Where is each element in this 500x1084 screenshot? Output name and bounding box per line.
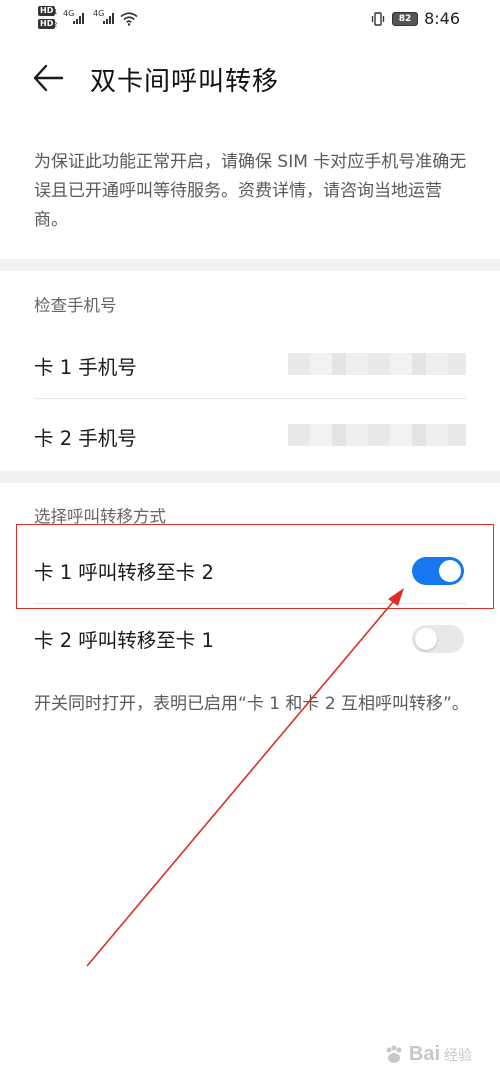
- footnote-description: 开关同时打开，表明已启用“卡 1 和卡 2 互相呼叫转移”。: [34, 694, 469, 714]
- watermark-text: Bai: [408, 1043, 440, 1065]
- baidu-watermark: Bai 经验: [383, 1043, 472, 1066]
- forward-card2-to-card1-label: 卡 2 呼叫转移至卡 1: [34, 629, 214, 652]
- clock: 8:46: [424, 9, 460, 28]
- battery-icon: 82: [392, 11, 419, 26]
- toggle-knob: [439, 560, 461, 582]
- page-title: 双卡间呼叫转移: [90, 67, 280, 97]
- card2-number-label: 卡 2 手机号: [34, 427, 137, 450]
- forward-card1-to-card2-label: 卡 1 呼叫转移至卡 2: [34, 561, 214, 584]
- section-heading-forwarding: 选择呼叫转移方式: [34, 507, 166, 526]
- row-divider: [34, 398, 466, 399]
- list-item-card2-number[interactable]: 卡 2 手机号: [0, 400, 500, 470]
- sim2-index: 2: [53, 21, 58, 29]
- watermark-suffix: 经验: [444, 1047, 472, 1064]
- section-divider: [0, 259, 500, 271]
- toggle-knob: [415, 628, 437, 650]
- card2-number-value-masked: [288, 424, 466, 446]
- wifi-icon: [120, 12, 138, 26]
- status-right: 82 8:46: [370, 9, 460, 28]
- forward-card2-to-card1-toggle[interactable]: [412, 625, 464, 653]
- back-button[interactable]: [30, 60, 70, 96]
- list-item-forward-card2-to-card1[interactable]: 卡 2 呼叫转移至卡 1: [0, 602, 500, 672]
- back-arrow-icon: [33, 64, 64, 92]
- card1-number-value-masked: [288, 353, 466, 375]
- card1-number-label: 卡 1 手机号: [34, 356, 137, 379]
- list-item-card1-number[interactable]: 卡 1 手机号: [0, 329, 500, 399]
- list-item-forward-card1-to-card2[interactable]: 卡 1 呼叫转移至卡 2: [0, 534, 500, 604]
- app-header: 双卡间呼叫转移: [0, 48, 500, 108]
- sim1-index: 1: [53, 8, 58, 16]
- vibrate-icon: [371, 11, 385, 26]
- section-heading-check-numbers: 检查手机号: [34, 296, 117, 315]
- section-divider: [0, 471, 500, 483]
- status-bar: HD 1 HD 2 4G 4G 82 8:46: [0, 0, 500, 40]
- baidu-paw-icon: [386, 1045, 402, 1063]
- signal-icon-2: [103, 12, 114, 24]
- intro-description: 为保证此功能正常开启，请确保 SIM 卡对应手机号准确无误且已开通呼叫等待服务。…: [34, 152, 467, 230]
- forward-card1-to-card2-toggle[interactable]: [412, 557, 464, 585]
- signal-icon: [73, 12, 84, 24]
